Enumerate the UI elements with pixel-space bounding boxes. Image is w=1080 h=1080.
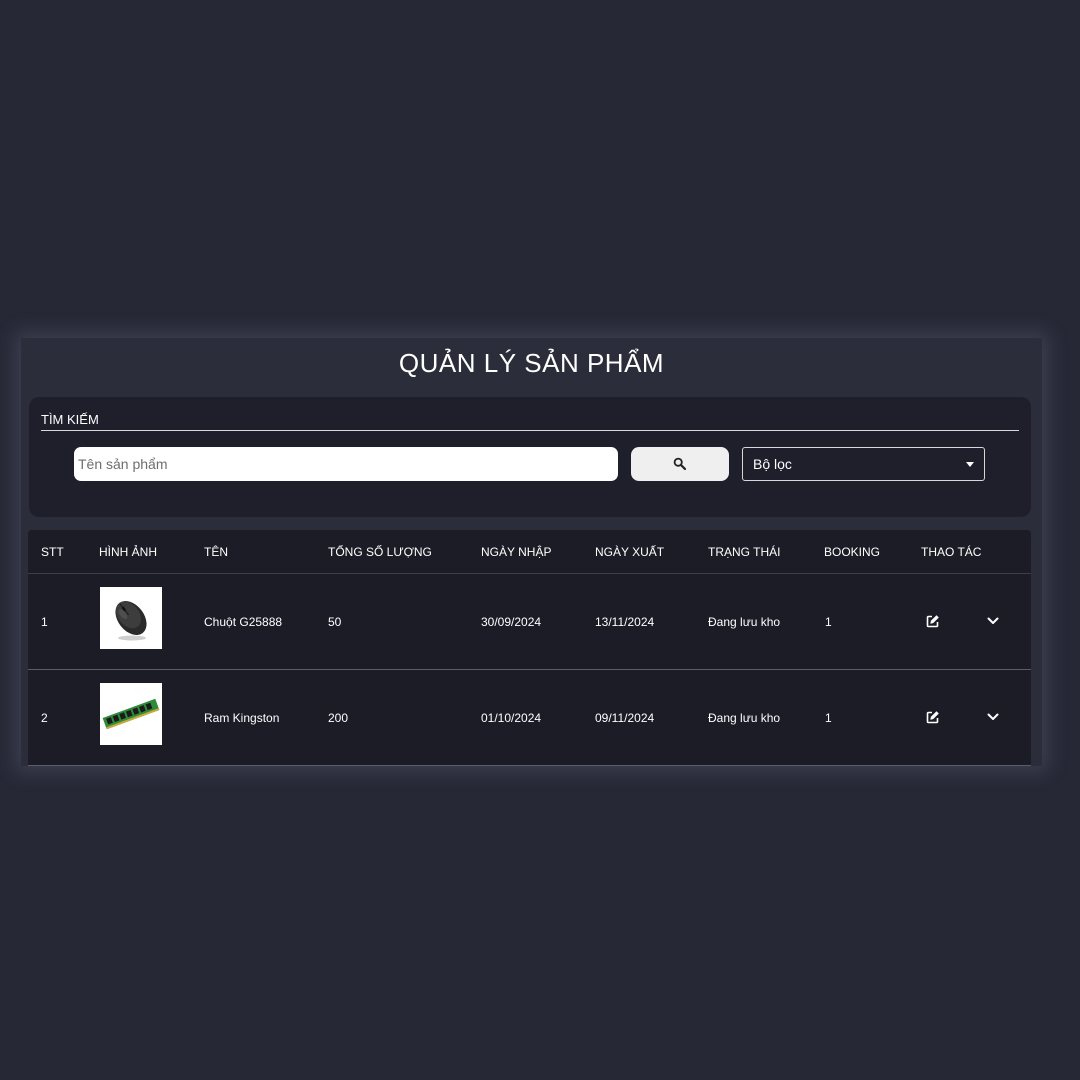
edit-icon bbox=[926, 615, 939, 628]
cell-import-date: 01/10/2024 bbox=[481, 711, 542, 725]
header-booking: BOOKING bbox=[824, 545, 881, 559]
cell-status: Đang lưu kho bbox=[708, 711, 781, 725]
header-name: TÊN bbox=[204, 545, 228, 559]
page-title: QUẢN LÝ SẢN PHẨM bbox=[398, 348, 665, 378]
header-quantity: TỔNG SỐ LƯỢNG bbox=[328, 545, 432, 559]
product-management-panel: QUẢN LÝ SẢN PHẨM TÌM KIẾM Bộ lọc STT HÌN… bbox=[21, 338, 1042, 766]
search-divider bbox=[41, 430, 1019, 431]
chevron-down-icon bbox=[987, 617, 999, 624]
product-image-ram bbox=[100, 683, 162, 745]
header-actions: THAO TÁC bbox=[921, 545, 982, 559]
header-export-date: NGÀY XUẤT bbox=[595, 545, 665, 559]
header-import-date: NGÀY NHẬP bbox=[481, 545, 552, 559]
search-icon bbox=[673, 457, 687, 471]
mouse-image bbox=[115, 601, 147, 641]
search-card: TÌM KIẾM Bộ lọc bbox=[29, 397, 1031, 517]
search-label: TÌM KIẾM bbox=[41, 412, 99, 427]
expand-row-button[interactable] bbox=[984, 612, 1002, 630]
edit-button[interactable] bbox=[924, 612, 942, 630]
header-image: HÌNH ẢNH bbox=[99, 545, 158, 559]
edit-button[interactable] bbox=[924, 708, 942, 726]
cell-booking: 1 bbox=[825, 711, 832, 725]
cell-stt: 2 bbox=[41, 711, 48, 725]
ram-image bbox=[102, 698, 160, 730]
table-row: 2 Ram Kingston 200 01/10/2024 09/11/2024… bbox=[28, 670, 1031, 766]
cell-export-date: 13/11/2024 bbox=[595, 615, 655, 629]
filter-select-value: Bộ lọc bbox=[753, 456, 792, 472]
filter-select[interactable]: Bộ lọc bbox=[742, 447, 985, 481]
cell-export-date: 09/11/2024 bbox=[595, 711, 655, 725]
cell-stt: 1 bbox=[41, 615, 48, 629]
cell-name: Chuột G25888 bbox=[204, 615, 283, 629]
cell-booking: 1 bbox=[825, 615, 832, 629]
cell-quantity: 50 bbox=[328, 615, 342, 629]
caret-down-icon bbox=[966, 461, 974, 467]
product-table: STT HÌNH ẢNH TÊN TỔNG SỐ LƯỢNG NGÀY NHẬP… bbox=[28, 530, 1031, 766]
header-status: TRẠNG THÁI bbox=[708, 545, 781, 559]
expand-row-button[interactable] bbox=[984, 708, 1002, 726]
table-row: 1 Chuột G25888 50 30/09/2024 13/11/2024 bbox=[28, 574, 1031, 670]
cell-import-date: 30/09/2024 bbox=[481, 615, 542, 629]
product-image-mouse bbox=[100, 587, 162, 649]
table-header: STT HÌNH ẢNH TÊN TỔNG SỐ LƯỢNG NGÀY NHẬP… bbox=[28, 530, 1031, 574]
search-button[interactable] bbox=[631, 447, 729, 481]
cell-quantity: 200 bbox=[328, 711, 349, 725]
chevron-down-icon bbox=[987, 713, 999, 720]
header-stt: STT bbox=[41, 545, 64, 559]
cell-status: Đang lưu kho bbox=[708, 615, 781, 629]
search-input[interactable] bbox=[74, 447, 618, 481]
edit-icon bbox=[926, 711, 939, 724]
cell-name: Ram Kingston bbox=[204, 711, 280, 725]
